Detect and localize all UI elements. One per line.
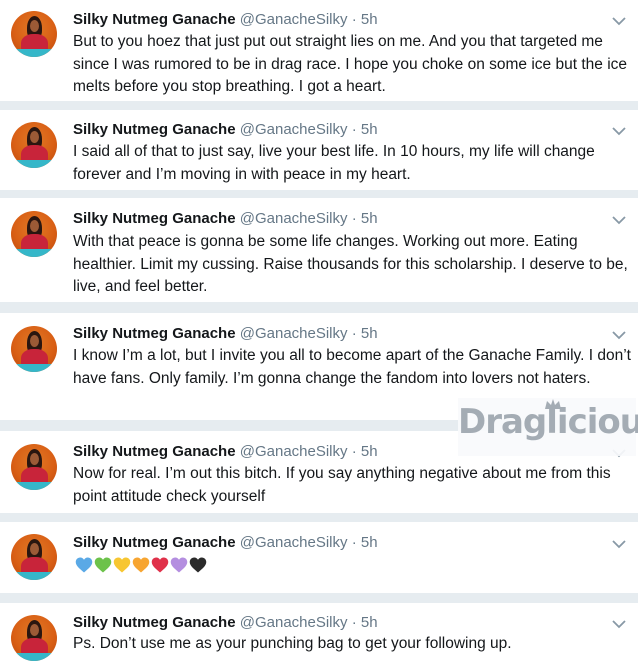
separator: · (351, 443, 357, 460)
tweet-text: With that peace is gonna be some life ch… (73, 233, 628, 295)
tweet-header: Silky Nutmeg Ganache @GanacheSilky · 5h (73, 533, 378, 553)
avatar[interactable] (11, 122, 57, 168)
avatar[interactable] (11, 534, 57, 580)
display-name[interactable]: Silky Nutmeg Ganache (73, 614, 236, 631)
tweet-text: I said all of that to just say, live you… (73, 143, 595, 183)
heart-icon (170, 557, 188, 573)
display-name[interactable]: Silky Nutmeg Ganache (73, 325, 236, 342)
timestamp[interactable]: 5h (361, 11, 378, 28)
tweet-header: Silky Nutmeg Ganache @GanacheSilky · 5h (73, 209, 378, 229)
chevron-down-icon[interactable] (612, 16, 626, 26)
separator: · (351, 614, 357, 631)
tweet-header: Silky Nutmeg Ganache @GanacheSilky · 5h (73, 324, 378, 344)
heart-icon (75, 557, 93, 573)
tweet-text: Now for real. I’m out this bitch. If you… (73, 465, 611, 505)
watermark-logo: Draglicious (458, 398, 638, 456)
tweet-header: Silky Nutmeg Ganache @GanacheSilky · 5h (73, 613, 378, 633)
timestamp[interactable]: 5h (361, 614, 378, 631)
handle[interactable]: @GanacheSilky (240, 325, 348, 342)
tweet-7[interactable]: Silky Nutmeg Ganache @GanacheSilky · 5h … (0, 603, 638, 667)
chevron-down-icon[interactable] (612, 539, 626, 549)
tweet-header: Silky Nutmeg Ganache @GanacheSilky · 5h (73, 10, 378, 30)
timestamp[interactable]: 5h (361, 325, 378, 342)
chevron-down-icon[interactable] (612, 126, 626, 136)
tweet-header: Silky Nutmeg Ganache @GanacheSilky · 5h (73, 442, 378, 462)
display-name[interactable]: Silky Nutmeg Ganache (73, 11, 236, 28)
handle[interactable]: @GanacheSilky (240, 11, 348, 28)
avatar[interactable] (11, 444, 57, 490)
chevron-down-icon[interactable] (612, 330, 626, 340)
display-name[interactable]: Silky Nutmeg Ganache (73, 534, 236, 551)
tweet-text: But to you hoez that just put out straig… (73, 33, 628, 95)
heart-icon (94, 557, 112, 573)
display-name[interactable]: Silky Nutmeg Ganache (73, 121, 236, 138)
tweet-1[interactable]: Silky Nutmeg Ganache @GanacheSilky · 5h … (0, 0, 638, 101)
separator: · (351, 325, 357, 342)
tweet-2[interactable]: Silky Nutmeg Ganache @GanacheSilky · 5h … (0, 110, 638, 190)
avatar[interactable] (11, 615, 57, 661)
handle[interactable]: @GanacheSilky (240, 210, 348, 227)
tweet-6[interactable]: Silky Nutmeg Ganache @GanacheSilky · 5h (0, 522, 638, 593)
separator: · (351, 11, 357, 28)
timestamp[interactable]: 5h (361, 443, 378, 460)
chevron-down-icon[interactable] (612, 215, 626, 225)
heart-icon (151, 557, 169, 573)
handle[interactable]: @GanacheSilky (240, 614, 348, 631)
timestamp[interactable]: 5h (361, 121, 378, 138)
separator: · (351, 121, 357, 138)
display-name[interactable]: Silky Nutmeg Ganache (73, 210, 236, 227)
handle[interactable]: @GanacheSilky (240, 443, 348, 460)
timestamp[interactable]: 5h (361, 210, 378, 227)
display-name[interactable]: Silky Nutmeg Ganache (73, 443, 236, 460)
heart-emoji-row (75, 556, 207, 574)
avatar[interactable] (11, 326, 57, 372)
avatar[interactable] (11, 211, 57, 257)
handle[interactable]: @GanacheSilky (240, 534, 348, 551)
watermark-text: Draglicious (458, 402, 638, 442)
heart-icon (132, 557, 150, 573)
chevron-down-icon[interactable] (612, 619, 626, 629)
heart-icon (189, 557, 207, 573)
tweet-header: Silky Nutmeg Ganache @GanacheSilky · 5h (73, 120, 378, 140)
tweet-text: Ps. Don’t use me as your punching bag to… (73, 635, 512, 652)
avatar[interactable] (11, 11, 57, 57)
tweet-3[interactable]: Silky Nutmeg Ganache @GanacheSilky · 5h … (0, 198, 638, 302)
tweet-text: I know I’m a lot, but I invite you all t… (73, 347, 631, 387)
timestamp[interactable]: 5h (361, 534, 378, 551)
separator: · (351, 534, 357, 551)
heart-icon (113, 557, 131, 573)
handle[interactable]: @GanacheSilky (240, 121, 348, 138)
separator: · (351, 210, 357, 227)
